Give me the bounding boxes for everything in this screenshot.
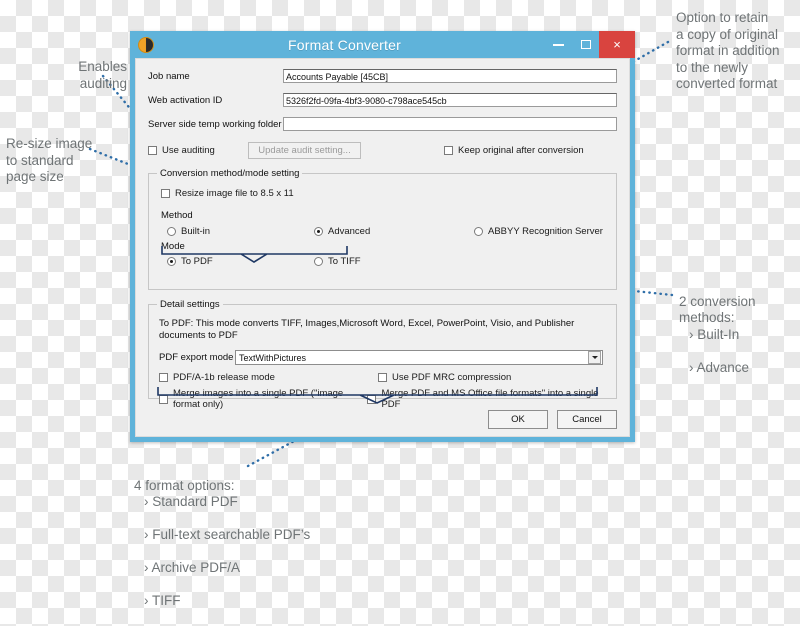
- window-title: Format Converter: [288, 36, 401, 53]
- mode-options-row: To PDF To TIFF: [167, 256, 608, 267]
- detail-description: To PDF: This mode converts TIFF, Images,…: [159, 318, 575, 341]
- radio-icon: [474, 227, 483, 236]
- method-option-advanced[interactable]: Advanced: [314, 226, 474, 237]
- method-option-abbyy[interactable]: ABBYY Recognition Server: [474, 226, 603, 237]
- detail-checkbox-row-1: PDF/A-1b release mode Use PDF MRC compre…: [159, 372, 608, 383]
- keep-original-label: Keep original after conversion: [458, 145, 584, 156]
- use-auditing-checkbox[interactable]: Use auditing: [148, 145, 248, 156]
- detail-checkbox-label: Merge images into a single PDF ("image f…: [173, 388, 344, 410]
- close-icon: ×: [613, 37, 621, 52]
- update-audit-setting-button[interactable]: Update audit setting...: [248, 142, 361, 159]
- annotation-keep-original: Option to retain a copy of original form…: [676, 10, 780, 91]
- method-option-label: Advanced: [328, 226, 371, 237]
- radio-icon: [167, 227, 176, 236]
- annotation-enables-auditing: Enables auditing: [78, 59, 127, 91]
- temp-folder-row: Server side temp working folder: [148, 117, 617, 131]
- temp-folder-label: Server side temp working folder: [148, 118, 282, 130]
- annotation-four-formats-item-3: › TIFF: [144, 593, 181, 608]
- annotation-four-formats-item-2: › Archive PDF/A: [144, 560, 241, 575]
- web-activation-label: Web activation ID: [148, 94, 223, 106]
- conversion-method-group: Conversion method/mode setting Resize im…: [148, 168, 617, 290]
- resize-image-label: Resize image file to 8.5 x 11: [175, 188, 294, 199]
- annotation-resize-image: Re-size image to standard page size: [6, 136, 93, 184]
- web-activation-input[interactable]: 5326f2fd-09fa-4bf3-9080-c798ace545cb: [283, 93, 617, 107]
- pdf-export-mode-label: PDF export mode: [159, 352, 234, 363]
- detail-checkbox-label: Use PDF MRC compression: [392, 372, 512, 383]
- resize-image-checkbox[interactable]: Resize image file to 8.5 x 11: [161, 188, 608, 199]
- pdf-export-mode-row: PDF export mode TextWithPictures: [159, 350, 608, 365]
- detail-group-legend: Detail settings: [160, 299, 220, 310]
- detail-checkbox-label: Merge PDF and MS Office file formats" in…: [381, 388, 599, 410]
- mode-option-to-tiff[interactable]: To TIFF: [314, 256, 361, 267]
- method-label: Method: [161, 210, 193, 221]
- radio-icon-selected: [314, 227, 323, 236]
- mode-option-label: To PDF: [181, 256, 213, 267]
- annotation-two-methods-item-0: › Built-In: [689, 326, 740, 342]
- checkbox-icon: [161, 189, 170, 198]
- checkbox-icon: [367, 394, 377, 404]
- keep-original-checkbox[interactable]: Keep original after conversion: [444, 145, 584, 156]
- format-converter-window: Format Converter × Job name Accounts Pay…: [130, 31, 635, 442]
- annotation-four-formats-title: 4 format options:: [134, 477, 235, 493]
- pdf-export-mode-select[interactable]: TextWithPictures: [235, 350, 603, 365]
- pdf-mrc-compression-checkbox[interactable]: Use PDF MRC compression: [378, 372, 511, 383]
- merge-pdf-office-single-pdf-checkbox[interactable]: Merge PDF and MS Office file formats" in…: [367, 388, 608, 410]
- dialog-footer: OK Cancel: [148, 410, 617, 429]
- detail-checkbox-row-2: Merge images into a single PDF ("image f…: [159, 388, 608, 410]
- chevron-down-icon[interactable]: [588, 351, 601, 364]
- annotation-four-formats-item-1: › Full-text searchable PDF’s: [144, 527, 311, 542]
- temp-folder-input[interactable]: [283, 117, 617, 131]
- web-activation-row: Web activation ID 5326f2fd-09fa-4bf3-908…: [148, 93, 617, 107]
- checkbox-icon: [159, 373, 168, 382]
- mode-option-to-pdf[interactable]: To PDF: [167, 256, 314, 267]
- checkbox-icon: [148, 146, 157, 155]
- close-button[interactable]: ×: [599, 31, 635, 58]
- mode-option-label: To TIFF: [328, 256, 361, 267]
- checkbox-icon: [159, 394, 168, 404]
- annotation-four-format-options: 4 format options: › Standard PDF › Full-…: [134, 461, 364, 626]
- job-name-row: Job name Accounts Payable [45CB]: [148, 69, 617, 83]
- minimize-icon: [553, 43, 564, 46]
- detail-settings-group: Detail settings To PDF: This mode conver…: [148, 299, 617, 410]
- detail-checkbox-label: PDF/A-1b release mode: [173, 372, 275, 383]
- pdf-export-mode-value: TextWithPictures: [239, 352, 307, 363]
- pdfa-release-mode-checkbox[interactable]: PDF/A-1b release mode: [159, 372, 378, 383]
- method-option-built-in[interactable]: Built-in: [167, 226, 314, 237]
- annotation-two-methods-item-1: › Advance: [689, 359, 750, 375]
- ok-button[interactable]: OK: [488, 410, 548, 429]
- maximize-icon: [580, 40, 591, 49]
- conversion-group-legend: Conversion method/mode setting: [160, 168, 300, 179]
- dialog-client-area: Job name Accounts Payable [45CB] Web act…: [135, 58, 630, 437]
- window-titlebar[interactable]: Format Converter ×: [130, 31, 635, 58]
- minimize-button[interactable]: [545, 31, 572, 58]
- checkbox-icon: [444, 146, 453, 155]
- use-auditing-label: Use auditing: [162, 145, 215, 156]
- mode-label: Mode: [161, 241, 185, 252]
- auditing-row: Use auditing Update audit setting... Kee…: [148, 142, 617, 159]
- radio-icon: [314, 257, 323, 266]
- method-option-label: Built-in: [181, 226, 211, 237]
- method-options-row: Built-in Advanced ABBYY Recognition Serv…: [167, 226, 608, 237]
- method-option-label: ABBYY Recognition Server: [488, 226, 603, 237]
- merge-images-single-pdf-checkbox[interactable]: Merge images into a single PDF ("image f…: [159, 388, 367, 410]
- checkbox-icon: [378, 373, 387, 382]
- radio-icon-selected: [167, 257, 176, 266]
- job-name-input[interactable]: Accounts Payable [45CB]: [283, 69, 617, 83]
- annotation-two-methods-title: 2 conversion methods:: [679, 293, 756, 326]
- annotation-four-formats-item-0: › Standard PDF: [144, 494, 238, 509]
- annotation-two-conversion-methods: 2 conversion methods: › Built-In › Advan…: [679, 277, 797, 393]
- maximize-button[interactable]: [572, 31, 599, 58]
- job-name-label: Job name: [148, 70, 190, 82]
- cancel-button[interactable]: Cancel: [557, 410, 617, 429]
